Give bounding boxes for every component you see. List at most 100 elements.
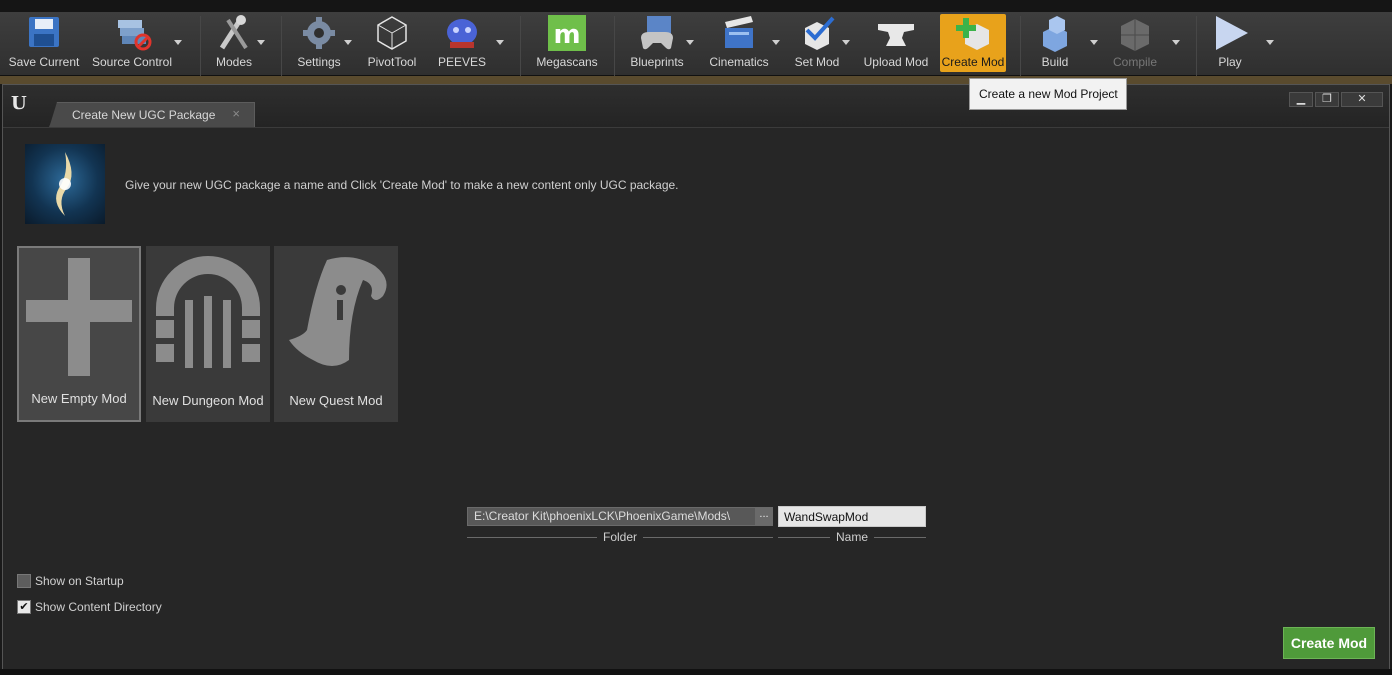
save-icon bbox=[24, 14, 64, 52]
show-content-directory-checkbox[interactable]: ✔ bbox=[17, 600, 31, 614]
peeves-icon bbox=[442, 14, 482, 52]
cinematics-dropdown[interactable] bbox=[772, 40, 781, 46]
pivottool-button[interactable]: PivotTool bbox=[364, 14, 420, 72]
save-current-label: Save Current bbox=[8, 55, 80, 69]
new-quest-mod-label: New Quest Mod bbox=[289, 393, 383, 408]
peeves-button[interactable]: PEEVES bbox=[436, 14, 488, 72]
show-on-startup-row[interactable]: Show on Startup bbox=[17, 574, 124, 588]
show-content-directory-label: Show Content Directory bbox=[35, 600, 162, 614]
set-mod-check-icon bbox=[797, 14, 837, 52]
set-mod-dropdown[interactable] bbox=[842, 40, 851, 46]
settings-dropdown[interactable] bbox=[344, 40, 353, 46]
peeves-label: PEEVES bbox=[437, 55, 487, 69]
modes-dropdown[interactable] bbox=[257, 40, 266, 46]
tab-create-new-ugc-package[interactable]: Create New UGC Package × bbox=[49, 102, 255, 128]
source-control-dropdown[interactable] bbox=[174, 40, 183, 46]
build-blocks-icon bbox=[1035, 14, 1075, 52]
settings-label: Settings bbox=[297, 55, 341, 69]
upload-mod-label: Upload Mod bbox=[863, 55, 929, 69]
blueprints-label: Blueprints bbox=[630, 55, 684, 69]
build-button[interactable]: Build bbox=[1034, 14, 1076, 72]
toolbar-separator bbox=[1020, 16, 1021, 78]
folder-path-field[interactable]: E:\Creator Kit\phoenixLCK\PhoenixGame\Mo… bbox=[467, 507, 773, 526]
compile-dropdown[interactable] bbox=[1172, 40, 1181, 46]
settings-button[interactable]: Settings bbox=[294, 14, 344, 72]
folder-browse-button[interactable]: ... bbox=[755, 507, 773, 526]
wrench-tools-icon bbox=[214, 14, 254, 52]
minimize-button[interactable]: ▁ bbox=[1289, 92, 1313, 107]
window-titlebar[interactable]: U Create New UGC Package × ▁ ❐ ✕ bbox=[3, 85, 1389, 128]
play-label: Play bbox=[1218, 55, 1242, 69]
new-dungeon-mod-card[interactable]: New Dungeon Mod bbox=[146, 246, 270, 422]
compile-button[interactable]: Compile bbox=[1108, 14, 1162, 72]
toolbar-separator bbox=[200, 16, 201, 78]
svg-text:m: m bbox=[553, 20, 580, 50]
new-empty-mod-label: New Empty Mod bbox=[31, 391, 127, 406]
toolbar-separator bbox=[520, 16, 521, 78]
create-mod-plus-icon bbox=[953, 14, 993, 52]
ugc-package-image bbox=[25, 144, 105, 224]
close-button[interactable]: ✕ bbox=[1341, 92, 1383, 107]
play-dropdown[interactable] bbox=[1266, 40, 1275, 46]
folder-caption: Folder bbox=[467, 530, 774, 544]
source-control-label: Source Control bbox=[91, 55, 173, 69]
content-area: Give your new UGC package a name and Cli… bbox=[3, 127, 1389, 670]
show-on-startup-checkbox[interactable] bbox=[17, 574, 31, 588]
viewport-strip bbox=[0, 76, 1392, 84]
cinematics-button[interactable]: Cinematics bbox=[706, 14, 772, 72]
create-mod-label: Create Mod bbox=[941, 55, 1005, 69]
source-control-icon bbox=[112, 14, 152, 52]
folder-caption-label: Folder bbox=[603, 530, 638, 544]
unreal-logo-icon: U bbox=[11, 93, 27, 114]
compile-label: Compile bbox=[1112, 55, 1157, 69]
clapperboard-icon bbox=[719, 14, 759, 52]
play-icon bbox=[1210, 14, 1250, 52]
upload-mod-button[interactable]: Upload Mod bbox=[862, 14, 930, 72]
pivot-cube-icon bbox=[372, 14, 412, 52]
megascans-button[interactable]: m Megascans bbox=[534, 14, 600, 72]
blueprint-gamepad-icon bbox=[637, 14, 677, 52]
tab-label: Create New UGC Package bbox=[72, 108, 216, 122]
blueprints-button[interactable]: Blueprints bbox=[626, 14, 688, 72]
name-caption-label: Name bbox=[836, 530, 869, 544]
play-button[interactable]: Play bbox=[1208, 14, 1252, 72]
modes-button[interactable]: Modes bbox=[210, 14, 258, 72]
dungeon-arch-icon bbox=[156, 256, 260, 368]
blueprints-dropdown[interactable] bbox=[686, 40, 695, 46]
name-caption: Name bbox=[778, 530, 927, 544]
modes-label: Modes bbox=[215, 55, 253, 69]
create-mod-button[interactable]: Create Mod bbox=[940, 14, 1006, 72]
set-mod-button[interactable]: Set Mod bbox=[792, 14, 842, 72]
megascans-icon: m bbox=[547, 14, 587, 52]
save-current-button[interactable]: Save Current bbox=[8, 14, 80, 72]
toolbar-separator bbox=[614, 16, 615, 78]
toolbar-separator bbox=[281, 16, 282, 78]
new-empty-mod-card[interactable]: New Empty Mod bbox=[17, 246, 141, 422]
mod-name-input[interactable] bbox=[778, 506, 926, 527]
maximize-button[interactable]: ❐ bbox=[1315, 92, 1339, 107]
build-label: Build bbox=[1041, 55, 1069, 69]
new-quest-mod-card[interactable]: New Quest Mod bbox=[274, 246, 398, 422]
show-content-directory-row[interactable]: ✔ Show Content Directory bbox=[17, 600, 162, 614]
create-mod-submit-button[interactable]: Create Mod bbox=[1283, 627, 1375, 659]
scroll-icon bbox=[289, 257, 387, 366]
toolbar-separator bbox=[1196, 16, 1197, 78]
bottom-strip bbox=[0, 669, 1392, 675]
show-on-startup-label: Show on Startup bbox=[35, 574, 124, 588]
megascans-label: Megascans bbox=[536, 55, 598, 69]
intro-text: Give your new UGC package a name and Cli… bbox=[125, 178, 679, 192]
tab-close-icon[interactable]: × bbox=[232, 106, 240, 121]
anvil-icon bbox=[876, 14, 916, 52]
peeves-dropdown[interactable] bbox=[496, 40, 505, 46]
create-mod-tooltip: Create a new Mod Project bbox=[969, 78, 1127, 110]
new-dungeon-mod-label: New Dungeon Mod bbox=[152, 393, 264, 408]
plus-icon bbox=[26, 258, 132, 376]
create-ugc-package-window: U Create New UGC Package × ▁ ❐ ✕ Give yo… bbox=[2, 84, 1390, 670]
source-control-button[interactable]: Source Control bbox=[90, 14, 174, 72]
cinematics-label: Cinematics bbox=[709, 55, 769, 69]
build-dropdown[interactable] bbox=[1090, 40, 1099, 46]
compile-cubes-icon bbox=[1115, 14, 1155, 52]
main-toolbar: Save Current Source Control Modes Settin… bbox=[0, 0, 1392, 78]
set-mod-label: Set Mod bbox=[794, 55, 840, 69]
pivottool-label: PivotTool bbox=[367, 55, 417, 69]
